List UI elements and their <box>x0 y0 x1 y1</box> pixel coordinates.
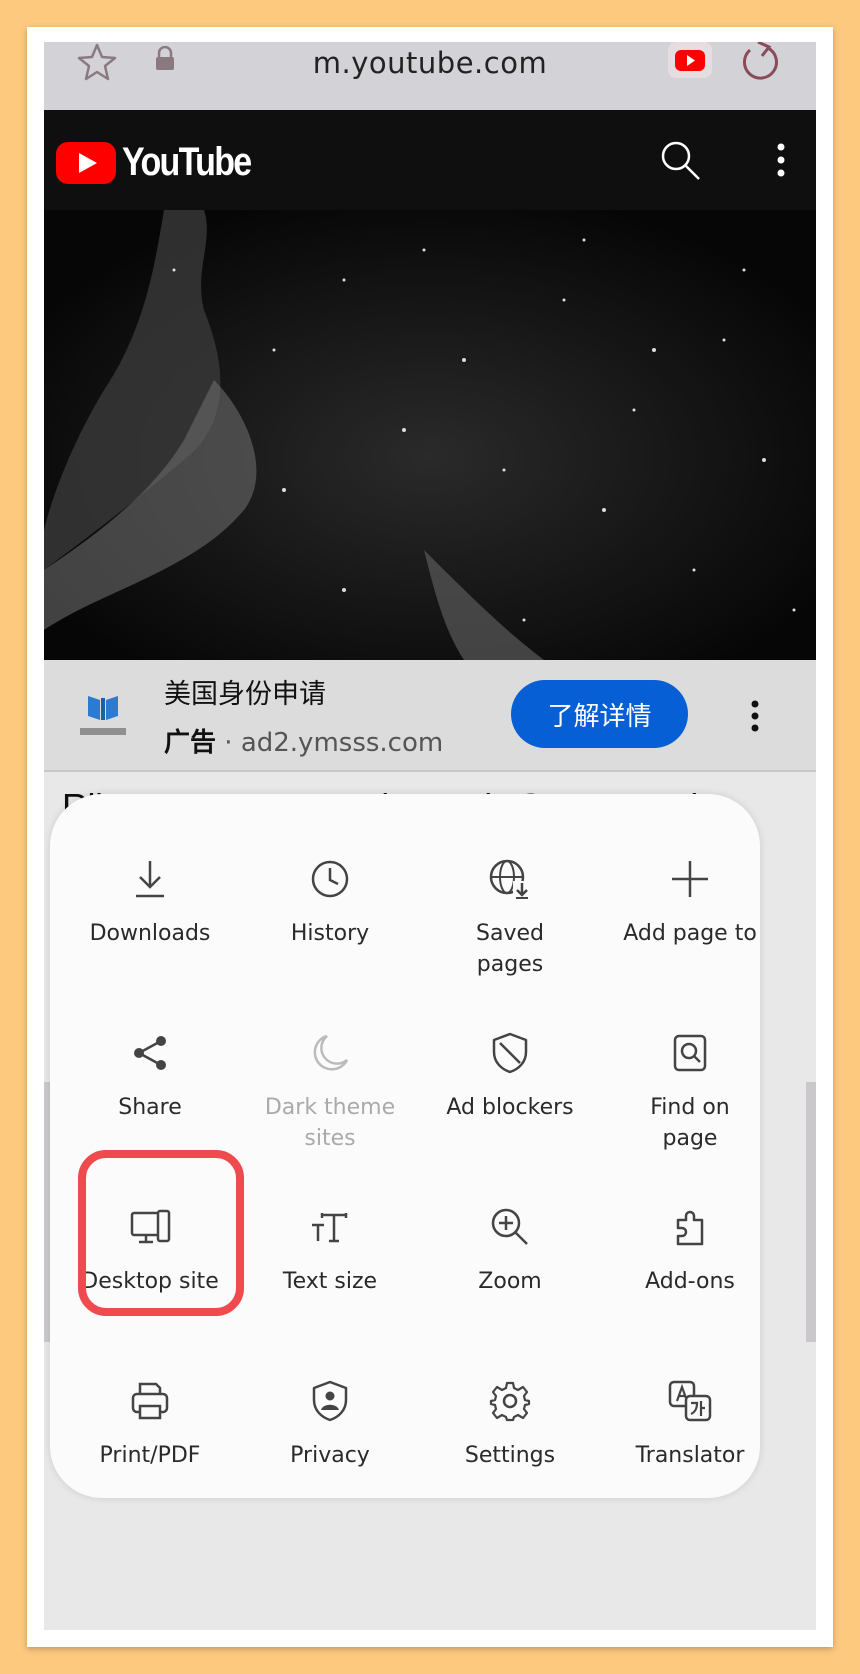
menu-item-share[interactable]: Share <box>60 1028 240 1123</box>
menu-item-label: Text size <box>282 1269 378 1294</box>
puzzle-icon <box>600 1202 780 1252</box>
menu-item-settings[interactable]: Settings <box>420 1376 600 1471</box>
phone-screen: m.youtube.com YouTube 美国身份申请 广告 · ad2.ym… <box>44 42 816 1630</box>
ad-cta-button[interactable]: 了解详情 <box>511 680 688 748</box>
ad-banner[interactable]: 美国身份申请 广告 · ad2.ymsss.com 了解详情 <box>44 660 816 772</box>
menu-item-translator[interactable]: Translator <box>600 1376 780 1471</box>
ad-subtitle: 广告 · ad2.ymsss.com <box>164 722 443 759</box>
translate-icon <box>600 1376 780 1426</box>
menu-item-history[interactable]: History <box>240 854 420 949</box>
zoom-in-icon <box>420 1202 600 1252</box>
menu-item-label: Add-ons <box>645 1269 735 1294</box>
menu-item-label: Add page to <box>623 921 757 946</box>
youtube-logo[interactable]: YouTube <box>56 140 273 185</box>
menu-item-label: Share <box>118 1095 182 1120</box>
video-player[interactable] <box>44 210 816 660</box>
share-icon <box>60 1028 240 1078</box>
menu-item-label: Ad blockers <box>446 1095 574 1120</box>
youtube-play-icon <box>56 141 116 184</box>
menu-item-text-size[interactable]: Text size <box>240 1202 420 1297</box>
menu-item-privacy[interactable]: Privacy <box>240 1376 420 1471</box>
shield-slash-icon <box>420 1028 600 1078</box>
menu-item-label: Privacy <box>290 1443 370 1468</box>
moon-icon <box>240 1028 420 1078</box>
browser-url-bar: m.youtube.com <box>44 42 816 110</box>
more-options-icon[interactable] <box>776 142 786 182</box>
youtube-app-icon[interactable] <box>668 42 712 78</box>
menu-item-find-on-page[interactable]: Find on page <box>600 1028 780 1154</box>
advertiser-logo <box>78 690 128 742</box>
ad-domain: ad2.ymsss.com <box>240 728 444 758</box>
search-icon[interactable] <box>660 140 702 186</box>
menu-item-label: History <box>290 921 370 946</box>
ad-label: 广告 <box>164 728 217 758</box>
menu-item-label: Print/PDF <box>99 1443 201 1468</box>
menu-item-label: Saved pages <box>476 921 544 977</box>
video-frame-image <box>44 210 816 660</box>
menu-item-add-page-to[interactable]: Add page to <box>600 854 780 949</box>
menu-item-ad-blockers[interactable]: Ad blockers <box>420 1028 600 1123</box>
menu-item-dark-theme-sites[interactable]: Dark theme sites <box>240 1028 420 1154</box>
ad-more-options-icon[interactable] <box>750 700 760 736</box>
find-page-icon <box>600 1028 780 1078</box>
menu-item-label: Downloads <box>89 921 211 946</box>
menu-item-zoom[interactable]: Zoom <box>420 1202 600 1297</box>
download-icon <box>60 854 240 904</box>
youtube-wordmark: YouTube <box>122 140 252 184</box>
gear-icon <box>420 1376 600 1426</box>
menu-item-label: Zoom <box>478 1269 542 1294</box>
menu-item-print-pdf[interactable]: Print/PDF <box>60 1376 240 1471</box>
youtube-header: YouTube <box>44 110 816 210</box>
background-content-strip-right <box>806 1082 816 1342</box>
reload-icon[interactable] <box>740 42 782 86</box>
menu-item-add-ons[interactable]: Add-ons <box>600 1202 780 1297</box>
desktop-site-highlight-box <box>78 1150 244 1316</box>
printer-icon <box>60 1376 240 1426</box>
ad-title: 美国身份申请 <box>164 679 326 710</box>
clock-icon <box>240 854 420 904</box>
menu-item-label: Translator <box>635 1443 745 1468</box>
browser-menu-sheet: Downloads History Saved pages Add page t… <box>50 794 760 1498</box>
menu-item-downloads[interactable]: Downloads <box>60 854 240 949</box>
privacy-shield-icon <box>240 1376 420 1426</box>
menu-item-saved-pages[interactable]: Saved pages <box>420 854 600 980</box>
ad-separator: · <box>224 728 233 758</box>
text-size-icon <box>240 1202 420 1252</box>
plus-icon <box>600 854 780 904</box>
menu-item-label: Settings <box>464 1443 556 1468</box>
menu-item-label: Find on page <box>650 1095 730 1151</box>
globe-download-icon <box>420 854 600 904</box>
menu-item-label: Dark theme sites <box>264 1095 396 1151</box>
